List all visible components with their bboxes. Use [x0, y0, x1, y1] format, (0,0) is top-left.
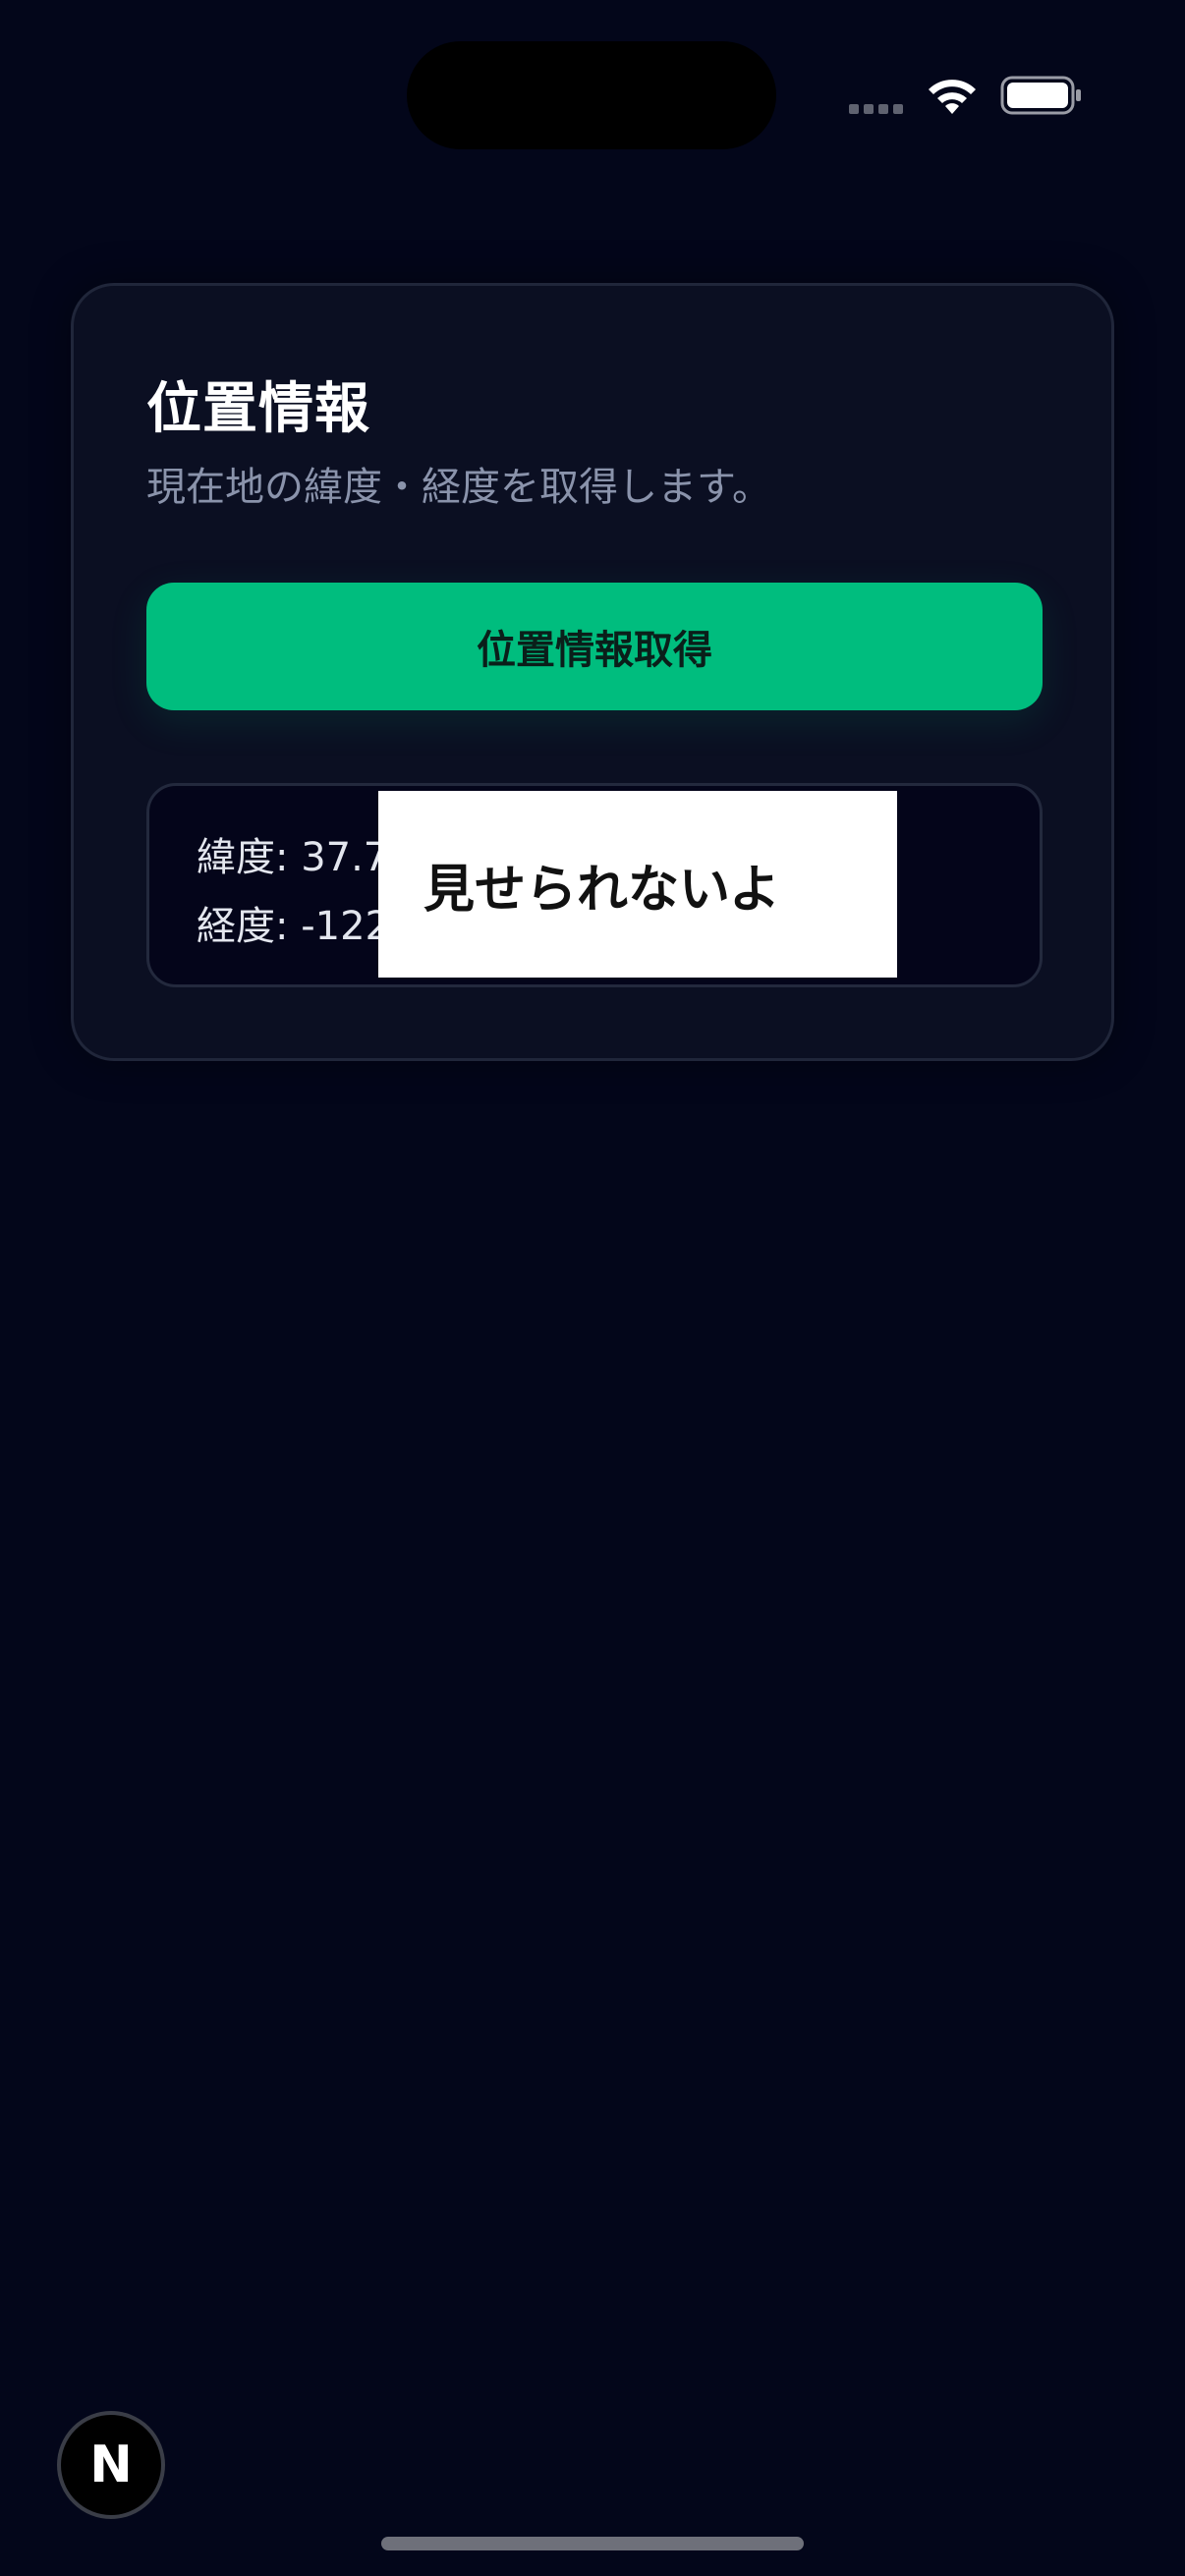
dynamic-island [407, 41, 776, 149]
app-screen: 位置情報 現在地の緯度・経度を取得します。 位置情報取得 緯度: 37.7 経度… [0, 0, 1185, 2576]
cellular-signal-icon [849, 102, 908, 116]
card-title: 位置情報 [146, 377, 370, 441]
card-subtitle: 現在地の緯度・経度を取得します。 [146, 465, 771, 510]
home-indicator[interactable] [381, 2537, 804, 2550]
get-location-button[interactable]: 位置情報取得 [146, 583, 1043, 710]
wifi-icon [929, 80, 976, 114]
longitude-text: 経度: -122 [197, 904, 390, 949]
status-bar [0, 0, 1185, 149]
censor-overlay: 見せられないよ [378, 791, 897, 978]
battery-icon [1000, 76, 1081, 115]
nextjs-dev-badge[interactable]: N [57, 2411, 165, 2519]
latitude-text: 緯度: 37.7 [197, 835, 389, 880]
